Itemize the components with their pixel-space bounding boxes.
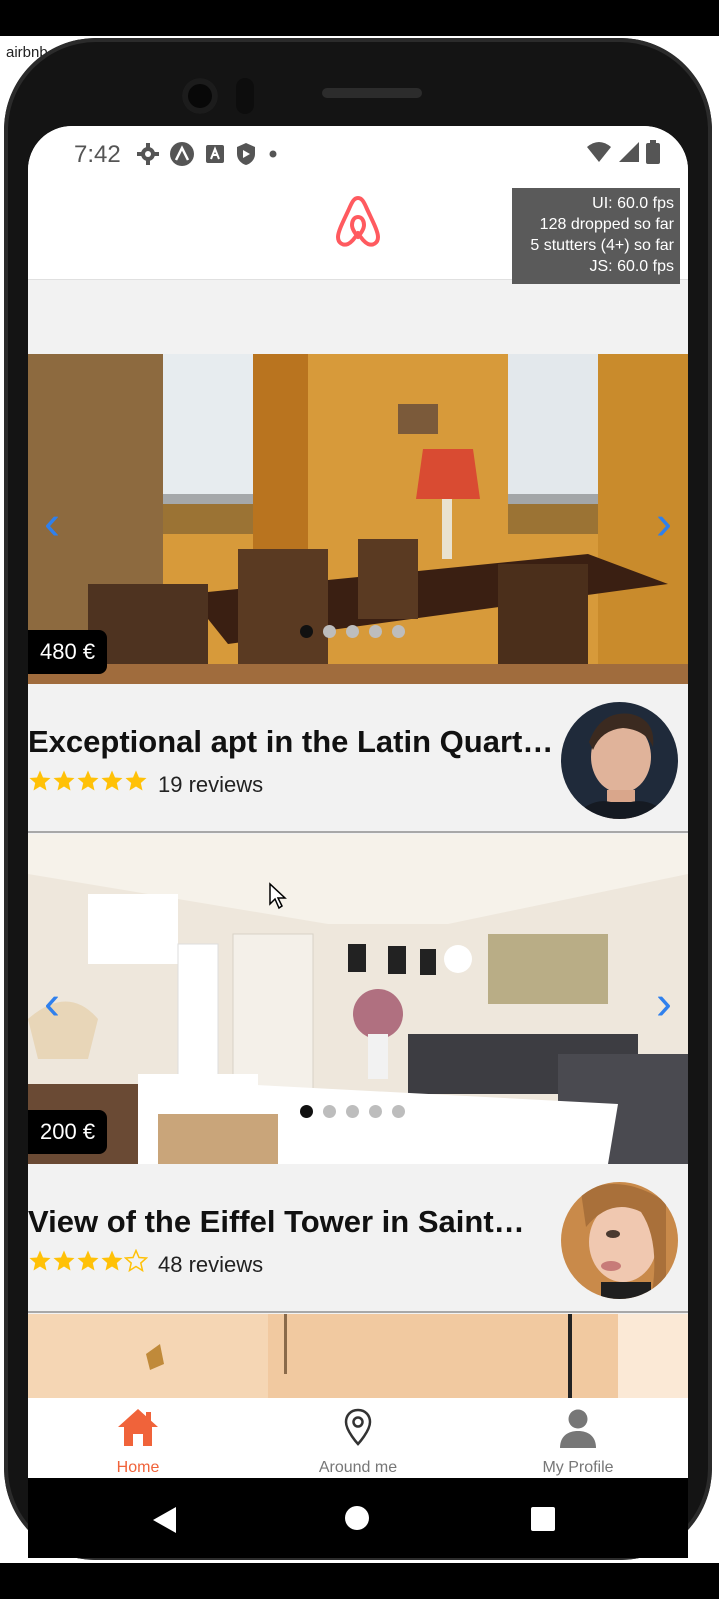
mouse-cursor-icon <box>269 882 287 910</box>
status-bar: 7:42 <box>28 126 688 184</box>
a-icon <box>206 145 224 163</box>
star-icon <box>77 1250 99 1271</box>
ui-fps: UI: 60.0 fps <box>592 195 674 212</box>
phone-frame: 7:42 UI: 60.0 fps 128 dropped so far 5 s… <box>4 38 712 1560</box>
home-icon <box>118 1409 158 1446</box>
chevron-right-icon[interactable]: › <box>656 500 672 548</box>
tab-home[interactable]: Home <box>28 1398 248 1478</box>
listing-divider <box>28 831 688 833</box>
airbnb-logo <box>336 196 380 247</box>
pagination-dot[interactable] <box>300 625 313 638</box>
star-icon <box>53 770 75 791</box>
pagination-dot[interactable] <box>300 1105 313 1118</box>
tab-label: My Profile <box>542 1459 614 1476</box>
shield-icon <box>237 143 255 165</box>
battery-icon <box>646 140 660 164</box>
star-rating <box>28 769 148 793</box>
perf-overlay: UI: 60.0 fps 128 dropped so far 5 stutte… <box>512 188 680 284</box>
star-icon <box>101 1250 123 1271</box>
chevron-left-icon[interactable]: ‹ <box>44 500 60 548</box>
pagination-dot[interactable] <box>323 1105 336 1118</box>
star-icon <box>29 1250 51 1271</box>
chevron-right-icon[interactable]: › <box>656 980 672 1028</box>
android-nav-bar <box>28 1478 688 1558</box>
photo-pagination <box>300 1105 405 1118</box>
settings-icon <box>137 143 159 165</box>
photo-pagination <box>300 625 405 638</box>
star-rating <box>28 1249 148 1273</box>
top-black-bar <box>0 0 719 36</box>
back-icon[interactable] <box>152 1506 178 1534</box>
pagination-dot[interactable] <box>369 1105 382 1118</box>
listing-photo-partial <box>28 1314 688 1398</box>
stutters: 5 stutters (4+) so far <box>530 237 674 254</box>
pagination-dot[interactable] <box>392 625 405 638</box>
listing-photo[interactable]: ‹ › 200 € <box>28 834 688 1164</box>
star-icon <box>77 770 99 791</box>
star-icon <box>101 770 123 791</box>
listing-card[interactable] <box>28 1314 688 1398</box>
system-status-icons <box>586 140 660 164</box>
user-icon <box>560 1409 596 1448</box>
listing-info: Exceptional apt in the Latin Quart… 19 r… <box>28 684 688 832</box>
pagination-dot[interactable] <box>346 1105 359 1118</box>
map-pin-icon <box>344 1408 372 1446</box>
app-screen: 7:42 UI: 60.0 fps 128 dropped so far 5 s… <box>28 126 688 1478</box>
pagination-dot[interactable] <box>392 1105 405 1118</box>
recents-icon[interactable] <box>530 1506 556 1532</box>
bottom-black-bar <box>0 1563 719 1599</box>
tab-label: Home <box>116 1459 160 1476</box>
pagination-dot[interactable] <box>323 625 336 638</box>
app-header: UI: 60.0 fps 128 dropped so far 5 stutte… <box>28 184 688 284</box>
dropped-frames: 128 dropped so far <box>539 216 674 233</box>
price-tag: 200 € <box>28 1110 108 1154</box>
review-count: 48 reviews <box>158 1252 264 1277</box>
sensor <box>236 78 254 114</box>
status-time: 7:42 <box>74 141 121 168</box>
star-outline-icon <box>124 1249 148 1273</box>
price-tag: 480 € <box>28 630 108 674</box>
tab-around-me[interactable]: Around me <box>248 1398 468 1478</box>
earpiece-speaker <box>322 88 422 98</box>
star-icon <box>125 770 147 791</box>
review-count: 19 reviews <box>158 772 264 797</box>
listing-info: View of the Eiffel Tower in Saint… 48 re… <box>28 1164 688 1312</box>
tab-label: Around me <box>318 1459 398 1476</box>
chevron-left-icon[interactable]: ‹ <box>44 980 60 1028</box>
host-photo <box>561 1182 678 1299</box>
listing-title: Exceptional apt in the Latin Quart… <box>28 724 554 759</box>
front-camera <box>182 78 218 114</box>
bottom-tab-bar: Home Around me My Profile <box>28 1398 688 1478</box>
star-icon <box>53 1250 75 1271</box>
android-icon <box>170 142 194 166</box>
pagination-dot[interactable] <box>369 625 382 638</box>
star-icon <box>29 770 51 791</box>
listing-photo[interactable]: ‹ › 480 € <box>28 354 688 684</box>
listing-divider <box>28 1311 688 1313</box>
host-avatar[interactable] <box>561 1182 678 1299</box>
signal-icon <box>619 142 639 162</box>
host-photo <box>561 702 678 819</box>
listing-title: View of the Eiffel Tower in Saint… <box>28 1204 525 1239</box>
dot-icon <box>269 150 277 158</box>
js-fps: JS: 60.0 fps <box>589 258 675 275</box>
tab-my-profile[interactable]: My Profile <box>468 1398 688 1478</box>
wifi-icon <box>587 142 611 162</box>
home-nav-icon[interactable] <box>344 1505 370 1531</box>
pagination-dot[interactable] <box>346 625 359 638</box>
host-avatar[interactable] <box>561 702 678 819</box>
notification-icons <box>136 140 280 168</box>
